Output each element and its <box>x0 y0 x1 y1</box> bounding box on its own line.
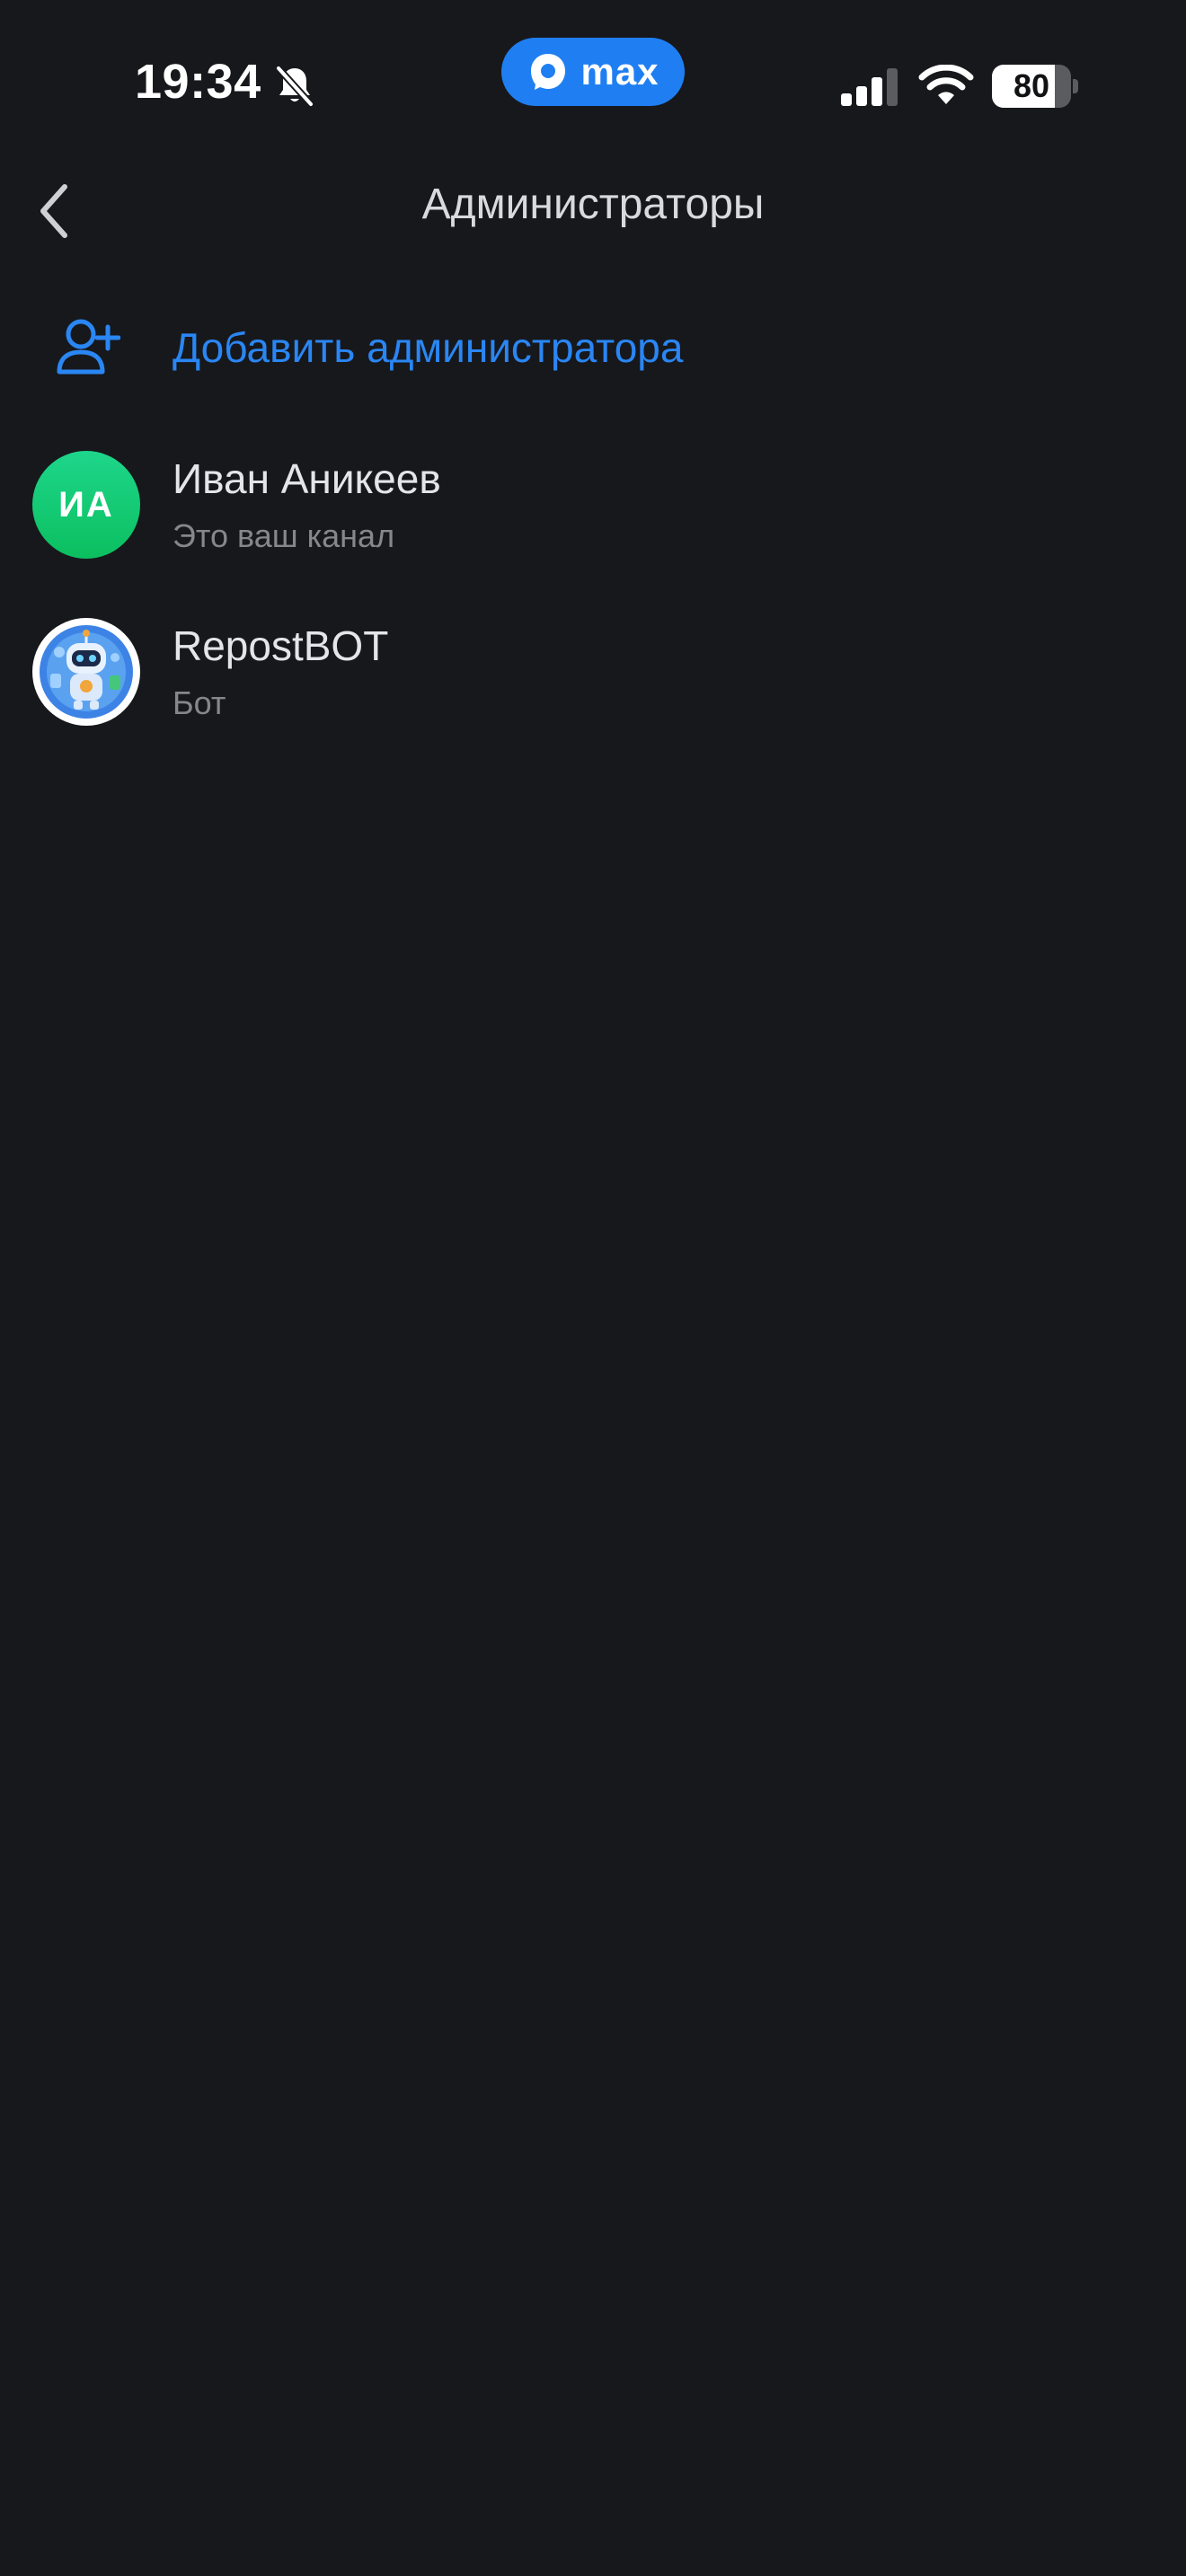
avatar <box>32 618 140 726</box>
admin-name: RepostBOT <box>173 622 389 669</box>
add-admin-button[interactable]: Добавить администратора <box>0 298 1186 397</box>
status-time: 19:34 <box>135 55 261 109</box>
admin-list-item[interactable]: RepostBOT Бот <box>0 598 1186 751</box>
max-app-badge[interactable]: max <box>501 38 685 106</box>
bell-slash-icon <box>276 66 314 107</box>
admin-name: Иван Аникеев <box>173 455 441 502</box>
battery-icon: 80 <box>992 65 1078 108</box>
admin-role: Это ваш канал <box>173 517 395 554</box>
admin-role: Бот <box>173 684 226 721</box>
avatar: ИА <box>32 451 140 559</box>
avatar-initials: ИА <box>58 484 114 525</box>
battery-level: 80 <box>1013 67 1050 104</box>
max-logo-icon <box>531 54 566 90</box>
wifi-icon <box>918 65 974 104</box>
admin-list-item[interactable]: ИА Иван Аникеев Это ваш канал <box>0 431 1186 584</box>
add-admin-label: Добавить администратора <box>173 324 684 371</box>
robot-avatar-icon <box>40 625 133 719</box>
user-plus-icon <box>57 319 120 375</box>
cellular-signal-icon <box>841 68 898 106</box>
page-title: Администраторы <box>421 181 765 228</box>
status-bar: 19:34 max 80 <box>0 0 1186 153</box>
max-label: max <box>580 50 659 93</box>
